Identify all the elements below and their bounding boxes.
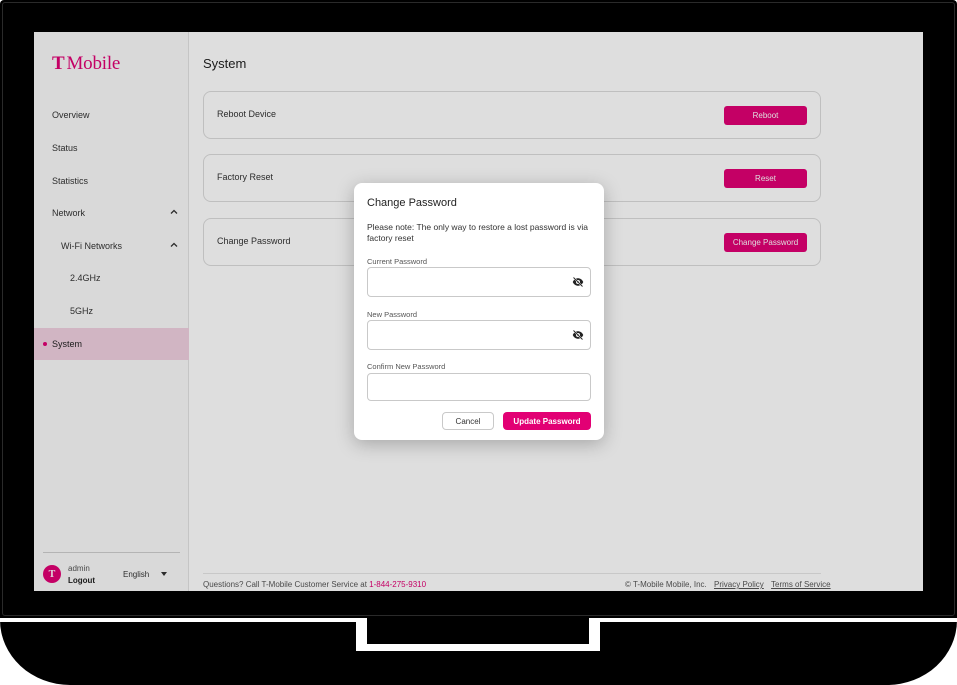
confirm-password-label: Confirm New Password xyxy=(367,362,446,371)
dialog-note: Please note: The only way to restore a l… xyxy=(367,222,588,243)
dialog-title: Change Password xyxy=(367,197,457,209)
eye-off-icon[interactable] xyxy=(572,329,584,341)
new-password-field[interactable] xyxy=(367,320,591,350)
current-password-field[interactable] xyxy=(367,267,591,297)
change-password-dialog: Change Password Please note: The only wa… xyxy=(354,183,604,440)
update-password-button[interactable]: Update Password xyxy=(503,412,591,430)
confirm-password-field[interactable] xyxy=(367,373,591,401)
new-password-label: New Password xyxy=(367,310,418,319)
eye-off-icon[interactable] xyxy=(572,276,584,288)
screen: T Mobile Overview Status Statistics Netw… xyxy=(34,32,923,591)
current-password-label: Current Password xyxy=(367,257,428,266)
cancel-button[interactable]: Cancel xyxy=(442,412,494,430)
laptop-notch-inner xyxy=(367,618,589,644)
